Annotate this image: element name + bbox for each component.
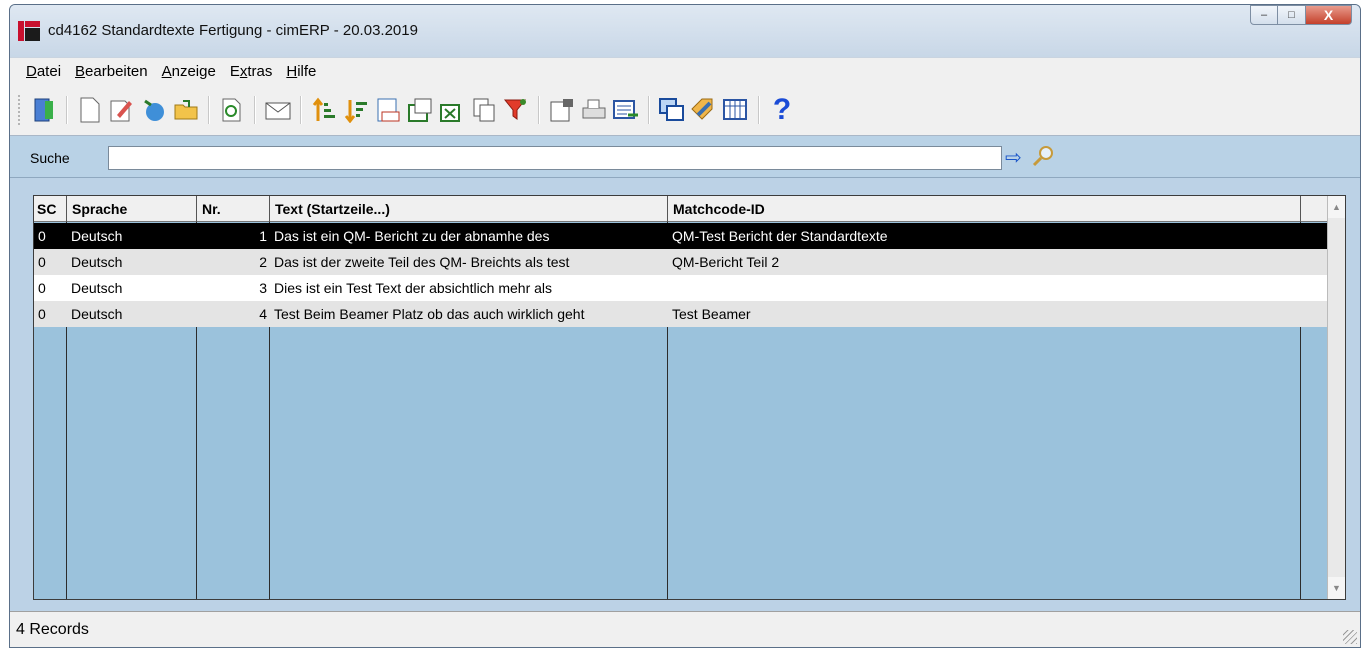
export-icon[interactable] — [405, 95, 435, 125]
cell-sprache: Deutsch — [71, 280, 123, 296]
mail-icon[interactable] — [263, 95, 293, 125]
toolbar-separator — [66, 96, 68, 124]
header-text[interactable]: Text (Startzeile...) — [270, 196, 668, 222]
print-icon[interactable] — [579, 95, 609, 125]
cell-nr: 2 — [259, 254, 267, 270]
refresh-icon[interactable] — [217, 95, 247, 125]
app-window: cd4162 Standardtexte Fertigung - cimERP … — [9, 4, 1361, 648]
app-logo-icon — [18, 21, 40, 41]
vertical-scrollbar[interactable]: ▲ ▼ — [1327, 196, 1345, 599]
windows-icon[interactable] — [657, 95, 687, 125]
title-bar: cd4162 Standardtexte Fertigung - cimERP … — [10, 5, 1360, 57]
menu-anzeige-label: nzeige — [171, 63, 216, 80]
toolbar-separator — [300, 96, 302, 124]
go-arrow-icon[interactable]: ⇨ — [1005, 145, 1022, 170]
number-list-icon[interactable] — [373, 95, 403, 125]
cell-text: Das ist ein QM- Bericht zu der abnamhe d… — [274, 228, 550, 244]
scroll-up-icon[interactable]: ▲ — [1328, 196, 1345, 218]
cell-sc: 0 — [38, 280, 46, 296]
toolbar-separator — [648, 96, 650, 124]
exit-icon[interactable] — [29, 95, 59, 125]
toolbar-separator — [254, 96, 256, 124]
search-label: Suche — [30, 150, 70, 166]
table-row[interactable]: 0 Deutsch 3 Dies ist ein Test Text der a… — [34, 275, 1327, 301]
menu-hilfe[interactable]: Hilfe — [286, 63, 316, 80]
cell-sprache: Deutsch — [71, 306, 123, 322]
cell-text: Dies ist ein Test Text der absichtlich m… — [274, 280, 553, 296]
header-sprache[interactable]: Sprache — [67, 196, 197, 222]
menu-bearbeiten[interactable]: Bearbeiten — [75, 63, 148, 80]
menu-hilfe-label: ilfe — [297, 63, 317, 80]
search-icon[interactable] — [1032, 145, 1054, 172]
properties-icon[interactable] — [547, 95, 577, 125]
sort-ascending-icon[interactable] — [309, 95, 339, 125]
copy-icon[interactable] — [469, 95, 499, 125]
menu-datei[interactable]: Datei — [26, 63, 61, 80]
menu-anzeige[interactable]: Anzeige — [162, 63, 216, 80]
cell-matchcode — [668, 275, 1301, 301]
table-row[interactable]: 0 Deutsch 2 Das ist der zweite Teil des … — [34, 249, 1327, 275]
menu-datei-label: atei — [36, 63, 62, 80]
form-icon[interactable] — [611, 95, 641, 125]
table-row[interactable]: 0 Deutsch 4 Test Beim Beamer Platz ob da… — [34, 301, 1327, 327]
menu-extras-prefix: E — [229, 63, 240, 80]
toolbar-separator — [208, 96, 210, 124]
header-sc[interactable]: SC — [34, 196, 67, 222]
content-area: SC Sprache Nr. Text (Startzeile...) Matc… — [10, 178, 1360, 613]
search-input[interactable] — [108, 146, 1002, 170]
cell-matchcode: QM-Test Bericht der Standardtexte — [672, 228, 888, 244]
table-row[interactable]: 0 Deutsch 1 Das ist ein QM- Bericht zu d… — [34, 223, 1327, 249]
toolbar-separator — [538, 96, 540, 124]
menu-hilfe-mnemonic: H — [286, 63, 298, 80]
resize-grip-icon[interactable] — [1343, 630, 1357, 644]
search-bar: Suche ⇨ — [10, 136, 1360, 178]
window-controls: – □ X — [1250, 5, 1352, 25]
cell-sc: 0 — [38, 254, 46, 270]
header-matchcode[interactable]: Matchcode-ID — [668, 196, 1301, 222]
toolbar-separator — [758, 96, 760, 124]
header-nr[interactable]: Nr. — [197, 196, 270, 222]
cell-sc: 0 — [38, 228, 46, 244]
menu-bar: Datei Bearbeiten Anzeige Extras Hilfe — [10, 57, 1360, 85]
toolbar-grip[interactable] — [18, 95, 22, 125]
minimize-button[interactable]: – — [1250, 5, 1278, 25]
status-bar: 4 Records — [10, 611, 1360, 647]
cell-nr: 3 — [259, 280, 267, 296]
cell-nr: 4 — [259, 306, 267, 322]
scroll-down-icon[interactable]: ▼ — [1328, 577, 1345, 599]
cell-text: Das ist der zweite Teil des QM- Breichts… — [274, 254, 570, 270]
grid-icon[interactable] — [721, 95, 751, 125]
cell-sprache: Deutsch — [71, 254, 123, 270]
open-folder-icon[interactable] — [171, 95, 201, 125]
record-count: 4 Records — [16, 621, 89, 638]
close-button[interactable]: X — [1306, 5, 1352, 25]
records-table: SC Sprache Nr. Text (Startzeile...) Matc… — [33, 195, 1346, 600]
toolbar: ? — [10, 85, 1360, 136]
cell-text: Test Beim Beamer Platz ob das auch wirkl… — [274, 306, 585, 322]
menu-bearbeiten-label: earbeiten — [85, 63, 148, 80]
cell-nr: 1 — [259, 228, 267, 244]
menu-extras-label: tras — [247, 63, 273, 80]
excel-icon[interactable] — [437, 95, 467, 125]
table-header: SC Sprache Nr. Text (Startzeile...) Matc… — [34, 196, 1327, 222]
cell-sc: 0 — [38, 306, 46, 322]
menu-extras[interactable]: Extras — [230, 63, 273, 80]
help-icon[interactable]: ? — [767, 95, 797, 125]
sort-descending-icon[interactable] — [341, 95, 371, 125]
filter-icon[interactable] — [501, 95, 531, 125]
copy-record-icon[interactable] — [139, 95, 169, 125]
menu-anzeige-mnemonic: A — [161, 63, 172, 80]
cell-matchcode: Test Beamer — [672, 306, 751, 322]
edit-icon[interactable] — [107, 95, 137, 125]
menu-bearbeiten-mnemonic: B — [75, 63, 86, 80]
new-document-icon[interactable] — [75, 95, 105, 125]
cell-sprache: Deutsch — [71, 228, 123, 244]
maximize-button[interactable]: □ — [1278, 5, 1306, 25]
cell-matchcode: QM-Bericht Teil 2 — [672, 254, 780, 270]
window-title: cd4162 Standardtexte Fertigung - cimERP … — [48, 22, 418, 39]
menu-datei-mnemonic: D — [26, 63, 37, 80]
tag-icon[interactable] — [689, 95, 719, 125]
